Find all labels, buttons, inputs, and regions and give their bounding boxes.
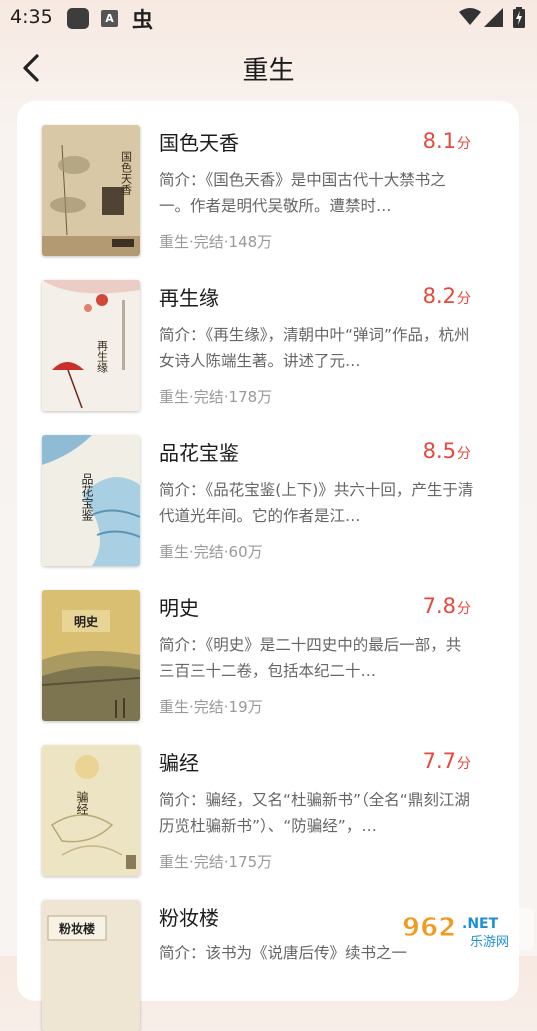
- score-unit: 分: [457, 136, 471, 152]
- book-title: 国色天香: [159, 131, 239, 155]
- score-unit: 分: [457, 756, 471, 772]
- book-intro: 简介：《国色天香》是中国古代十大禁书之一。作者是明代吴敬所。遭禁时…: [159, 171, 446, 215]
- book-score: 8.5分: [423, 439, 471, 463]
- list-item-book[interactable]: 骗经 骗经 7.7分 简介：骗经，又名“杜骗新书”（全名“鼎刻江湖历览杜骗新书”…: [17, 721, 519, 876]
- cover-title: 骗经: [75, 790, 89, 815]
- book-meta: 重生·完结·178万: [159, 388, 273, 406]
- book-title: 骗经: [159, 751, 199, 775]
- list-item-book[interactable]: 品花宝鉴 品花宝鉴 8.5分 简介：《品花宝鉴(上下)》共六十回，产生于清代道光…: [17, 411, 519, 566]
- book-list: 国色天香 国色天香 8.1分 简介：《国色天香》是中国古代十大禁书之一。作者是明…: [17, 101, 519, 1031]
- book-cover: 品花宝鉴: [42, 435, 140, 566]
- title-bar: 重生: [0, 36, 537, 102]
- book-title: 明史: [159, 596, 199, 620]
- score-value: 7.8: [422, 594, 456, 618]
- book-intro: 简介：骗经，又名“杜骗新书”（全名“鼎刻江湖历览杜骗新书”）、“防骗经”，…: [159, 791, 470, 835]
- book-cover: 国色天香: [42, 125, 140, 256]
- book-score: 8.2分: [423, 284, 471, 308]
- book-intro: 简介：《明史》是二十四史中的最后一部，共三百三十二卷，包括本纪二十…: [159, 636, 462, 680]
- book-cover: 骗经: [42, 745, 140, 876]
- watermark-brand: 962: [402, 913, 456, 943]
- score-value: 8.2: [422, 284, 456, 308]
- book-meta: 重生·完结·175万: [159, 853, 273, 871]
- list-item-book[interactable]: 国色天香 国色天香 8.1分 简介：《国色天香》是中国古代十大禁书之一。作者是明…: [17, 101, 519, 256]
- book-cover: 粉妆楼: [42, 900, 140, 1031]
- keyboard-a-icon: A: [101, 10, 118, 27]
- bug-notification-icon: 虫: [132, 8, 153, 32]
- book-intro: 简介：《再生缘》，清朝中叶“弹词”作品，杭州女诗人陈端生著。讲述了元…: [159, 326, 470, 370]
- book-score: 8.1分: [423, 129, 471, 153]
- book-score: 7.8分: [423, 594, 471, 618]
- score-value: 7.7: [422, 749, 456, 773]
- book-meta: 重生·完结·19万: [159, 698, 263, 716]
- cover-title: 再生缘: [96, 340, 109, 373]
- list-item-book[interactable]: 明史 明史 7.8分 简介：《明史》是二十四史中的最后一部，共三百三十二卷，包括…: [17, 566, 519, 721]
- book-score: 7.7分: [423, 749, 471, 773]
- book-intro: 简介：《品花宝鉴(上下)》共六十回，产生于清代道光年间。它的作者是江…: [159, 481, 474, 525]
- page-title: 重生: [242, 56, 295, 86]
- book-title: 品花宝鉴: [159, 441, 239, 465]
- status-time: 4:35: [10, 6, 53, 28]
- book-cover: 明史: [42, 590, 140, 721]
- wifi-icon: [459, 8, 481, 25]
- cover-title: 明史: [74, 614, 99, 629]
- cover-title: 品花宝鉴: [80, 473, 94, 521]
- score-value: 8.1: [422, 129, 456, 153]
- score-unit: 分: [457, 601, 471, 617]
- score-value: 8.5: [422, 439, 456, 463]
- cover-title: 国色天香: [120, 151, 133, 196]
- book-cover: 再生缘: [42, 280, 140, 411]
- battery-charging-icon: [513, 7, 525, 28]
- site-watermark: 962 .NET 乐游网: [396, 906, 534, 952]
- watermark-tld: .NET: [462, 916, 499, 932]
- book-title: 再生缘: [159, 286, 219, 310]
- score-unit: 分: [457, 446, 471, 462]
- status-bar: 4:35 A 虫: [0, 0, 537, 36]
- cover-title: 粉妆楼: [59, 921, 95, 936]
- watermark-site: 乐游网: [470, 935, 509, 950]
- cell-signal-icon: [484, 8, 503, 27]
- list-item-book[interactable]: 再生缘 再生缘 8.2分 简介：《再生缘》，清朝中叶“弹词”作品，杭州女诗人陈端…: [17, 256, 519, 411]
- book-meta: 重生·完结·60万: [159, 543, 263, 561]
- book-title: 粉妆楼: [159, 906, 219, 930]
- app-notification-icon: [67, 8, 89, 29]
- score-unit: 分: [457, 291, 471, 307]
- book-meta: 重生·完结·148万: [159, 233, 273, 251]
